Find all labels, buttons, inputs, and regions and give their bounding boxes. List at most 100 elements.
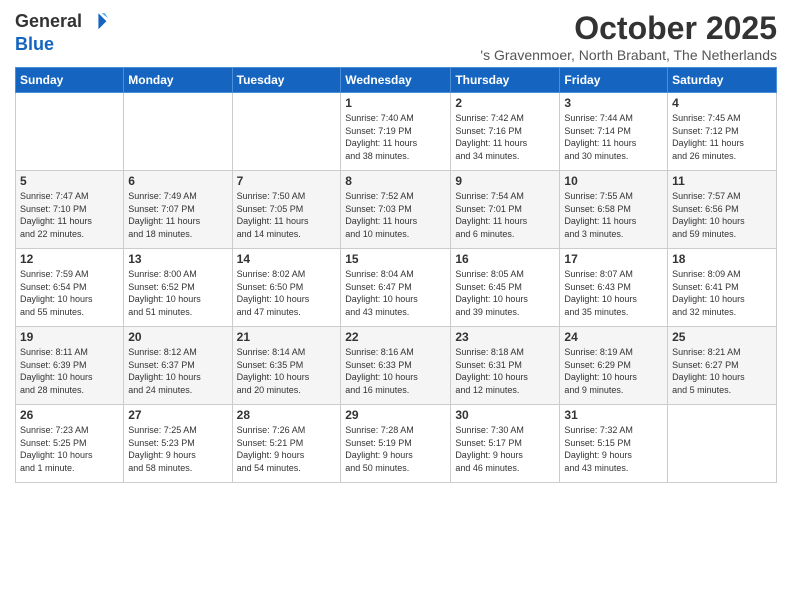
header-sunday: Sunday — [16, 68, 124, 93]
table-row: 30 Sunrise: 7:30 AM Sunset: 5:17 PM Dayli… — [451, 405, 560, 483]
logo-general-text: General — [15, 11, 82, 33]
table-row: 26 Sunrise: 7:23 AM Sunset: 5:25 PM Dayli… — [16, 405, 124, 483]
day-number: 5 — [20, 174, 119, 188]
day-info: Sunrise: 8:11 AM Sunset: 6:39 PM Dayligh… — [20, 346, 119, 396]
day-number: 10 — [564, 174, 663, 188]
day-info: Sunrise: 7:59 AM Sunset: 6:54 PM Dayligh… — [20, 268, 119, 318]
day-number: 2 — [455, 96, 555, 110]
calendar-table: Sunday Monday Tuesday Wednesday Thursday… — [15, 67, 777, 483]
day-info: Sunrise: 7:44 AM Sunset: 7:14 PM Dayligh… — [564, 112, 663, 162]
day-info: Sunrise: 8:21 AM Sunset: 6:27 PM Dayligh… — [672, 346, 772, 396]
day-info: Sunrise: 7:52 AM Sunset: 7:03 PM Dayligh… — [345, 190, 446, 240]
calendar-week-row: 26 Sunrise: 7:23 AM Sunset: 5:25 PM Dayli… — [16, 405, 777, 483]
page: General Blue October 2025 's Gravenmoer,… — [0, 0, 792, 493]
day-info: Sunrise: 7:47 AM Sunset: 7:10 PM Dayligh… — [20, 190, 119, 240]
table-row: 10Sunrise: 7:55 AM Sunset: 6:58 PM Dayli… — [560, 171, 668, 249]
day-info: Sunrise: 8:05 AM Sunset: 6:45 PM Dayligh… — [455, 268, 555, 318]
table-row: 20Sunrise: 8:12 AM Sunset: 6:37 PM Dayli… — [124, 327, 232, 405]
day-number: 21 — [237, 330, 337, 344]
header-friday: Friday — [560, 68, 668, 93]
table-row: 3 Sunrise: 7:44 AM Sunset: 7:14 PM Daylig… — [560, 93, 668, 171]
table-row: 9 Sunrise: 7:54 AM Sunset: 7:01 PM Daylig… — [451, 171, 560, 249]
logo: General Blue — [15, 10, 108, 56]
day-info: Sunrise: 7:23 AM Sunset: 5:25 PM Dayligh… — [20, 424, 119, 474]
table-row: 6Sunrise: 7:49 AM Sunset: 7:07 PM Daylig… — [124, 171, 232, 249]
table-row: 14Sunrise: 8:02 AM Sunset: 6:50 PM Dayli… — [232, 249, 341, 327]
day-number: 20 — [128, 330, 227, 344]
day-number: 31 — [564, 408, 663, 422]
header-monday: Monday — [124, 68, 232, 93]
table-row — [232, 93, 341, 171]
logo-blue-text: Blue — [15, 34, 108, 56]
day-number: 28 — [237, 408, 337, 422]
day-number: 7 — [237, 174, 337, 188]
day-info: Sunrise: 8:00 AM Sunset: 6:52 PM Dayligh… — [128, 268, 227, 318]
table-row: 16 Sunrise: 8:05 AM Sunset: 6:45 PM Dayli… — [451, 249, 560, 327]
day-number: 18 — [672, 252, 772, 266]
day-info: Sunrise: 7:40 AM Sunset: 7:19 PM Dayligh… — [345, 112, 446, 162]
table-row: 15 Sunrise: 8:04 AM Sunset: 6:47 PM Dayli… — [341, 249, 451, 327]
table-row: 11Sunrise: 7:57 AM Sunset: 6:56 PM Dayli… — [668, 171, 777, 249]
header-wednesday: Wednesday — [341, 68, 451, 93]
table-row: 24Sunrise: 8:19 AM Sunset: 6:29 PM Dayli… — [560, 327, 668, 405]
day-info: Sunrise: 7:30 AM Sunset: 5:17 PM Dayligh… — [455, 424, 555, 474]
day-info: Sunrise: 8:16 AM Sunset: 6:33 PM Dayligh… — [345, 346, 446, 396]
header: General Blue October 2025 's Gravenmoer,… — [15, 10, 777, 63]
table-row: 2 Sunrise: 7:42 AM Sunset: 7:16 PM Daylig… — [451, 93, 560, 171]
day-number: 29 — [345, 408, 446, 422]
day-number: 16 — [455, 252, 555, 266]
table-row: 21 Sunrise: 8:14 AM Sunset: 6:35 PM Dayli… — [232, 327, 341, 405]
day-number: 9 — [455, 174, 555, 188]
day-number: 17 — [564, 252, 663, 266]
day-number: 26 — [20, 408, 119, 422]
logo-icon — [84, 10, 108, 34]
day-info: Sunrise: 7:28 AM Sunset: 5:19 PM Dayligh… — [345, 424, 446, 474]
day-number: 4 — [672, 96, 772, 110]
table-row: 17 Sunrise: 8:07 AM Sunset: 6:43 PM Dayli… — [560, 249, 668, 327]
table-row — [668, 405, 777, 483]
day-number: 27 — [128, 408, 227, 422]
table-row: 31Sunrise: 7:32 AM Sunset: 5:15 PM Dayli… — [560, 405, 668, 483]
day-info: Sunrise: 7:25 AM Sunset: 5:23 PM Dayligh… — [128, 424, 227, 474]
day-info: Sunrise: 8:04 AM Sunset: 6:47 PM Dayligh… — [345, 268, 446, 318]
day-number: 3 — [564, 96, 663, 110]
day-number: 19 — [20, 330, 119, 344]
calendar-header-row: Sunday Monday Tuesday Wednesday Thursday… — [16, 68, 777, 93]
day-info: Sunrise: 7:45 AM Sunset: 7:12 PM Dayligh… — [672, 112, 772, 162]
table-row: 19 Sunrise: 8:11 AM Sunset: 6:39 PM Dayli… — [16, 327, 124, 405]
day-number: 8 — [345, 174, 446, 188]
table-row: 13 Sunrise: 8:00 AM Sunset: 6:52 PM Dayli… — [124, 249, 232, 327]
day-info: Sunrise: 8:14 AM Sunset: 6:35 PM Dayligh… — [237, 346, 337, 396]
day-info: Sunrise: 8:02 AM Sunset: 6:50 PM Dayligh… — [237, 268, 337, 318]
day-info: Sunrise: 8:18 AM Sunset: 6:31 PM Dayligh… — [455, 346, 555, 396]
table-row: 8 Sunrise: 7:52 AM Sunset: 7:03 PM Daylig… — [341, 171, 451, 249]
calendar-week-row: 12 Sunrise: 7:59 AM Sunset: 6:54 PM Dayli… — [16, 249, 777, 327]
calendar-week-row: 5 Sunrise: 7:47 AM Sunset: 7:10 PM Daylig… — [16, 171, 777, 249]
day-number: 1 — [345, 96, 446, 110]
day-info: Sunrise: 7:50 AM Sunset: 7:05 PM Dayligh… — [237, 190, 337, 240]
day-info: Sunrise: 7:42 AM Sunset: 7:16 PM Dayligh… — [455, 112, 555, 162]
table-row — [16, 93, 124, 171]
table-row: 22 Sunrise: 8:16 AM Sunset: 6:33 PM Dayli… — [341, 327, 451, 405]
day-number: 22 — [345, 330, 446, 344]
day-info: Sunrise: 7:49 AM Sunset: 7:07 PM Dayligh… — [128, 190, 227, 240]
day-number: 15 — [345, 252, 446, 266]
day-number: 13 — [128, 252, 227, 266]
table-row: 27 Sunrise: 7:25 AM Sunset: 5:23 PM Dayli… — [124, 405, 232, 483]
day-number: 12 — [20, 252, 119, 266]
day-info: Sunrise: 7:54 AM Sunset: 7:01 PM Dayligh… — [455, 190, 555, 240]
day-info: Sunrise: 8:07 AM Sunset: 6:43 PM Dayligh… — [564, 268, 663, 318]
table-row: 12 Sunrise: 7:59 AM Sunset: 6:54 PM Dayli… — [16, 249, 124, 327]
table-row: 7 Sunrise: 7:50 AM Sunset: 7:05 PM Daylig… — [232, 171, 341, 249]
table-row: 29 Sunrise: 7:28 AM Sunset: 5:19 PM Dayli… — [341, 405, 451, 483]
month-title: October 2025 — [480, 10, 777, 47]
header-saturday: Saturday — [668, 68, 777, 93]
header-thursday: Thursday — [451, 68, 560, 93]
day-info: Sunrise: 7:57 AM Sunset: 6:56 PM Dayligh… — [672, 190, 772, 240]
table-row: 5 Sunrise: 7:47 AM Sunset: 7:10 PM Daylig… — [16, 171, 124, 249]
table-row: 28Sunrise: 7:26 AM Sunset: 5:21 PM Dayli… — [232, 405, 341, 483]
location-subtitle: 's Gravenmoer, North Brabant, The Nether… — [480, 47, 777, 63]
day-number: 24 — [564, 330, 663, 344]
day-number: 30 — [455, 408, 555, 422]
title-block: October 2025 's Gravenmoer, North Braban… — [480, 10, 777, 63]
